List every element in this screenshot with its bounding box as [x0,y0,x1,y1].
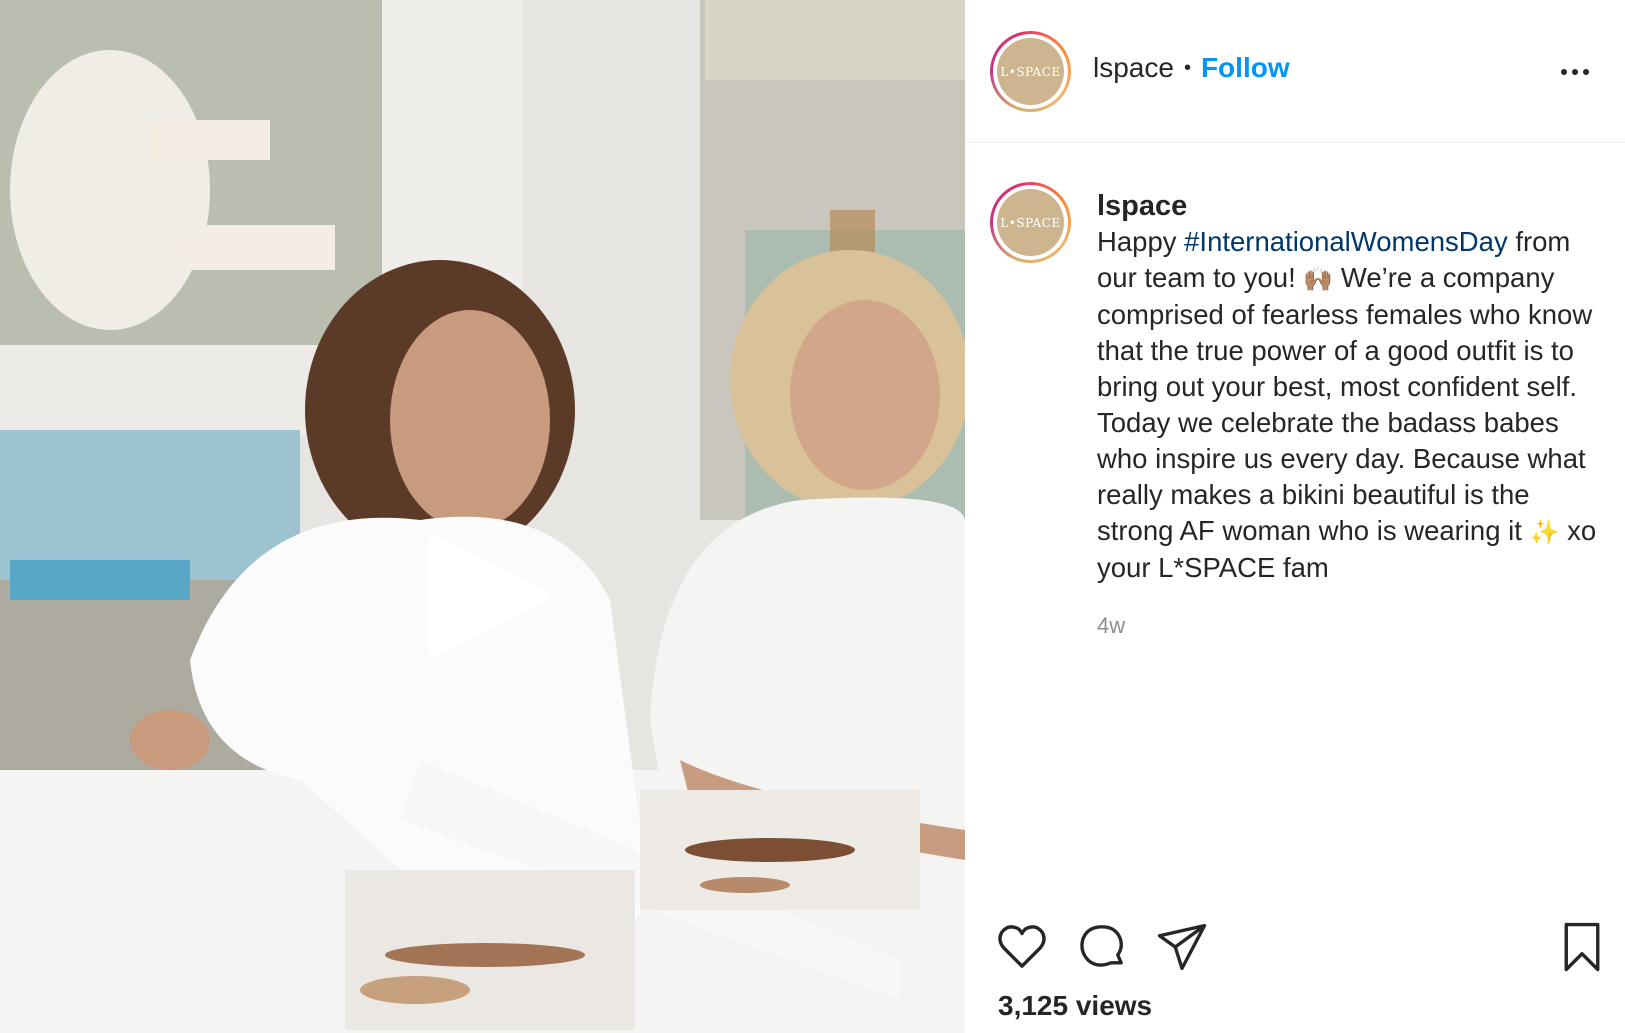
post-side-panel: L•SPACE lspace • Follow L•SPACE lspace H… [965,0,1625,1033]
sparkles-emoji: ✨ [1529,518,1560,546]
caption-text-part: We’re a company comprised of fearless fe… [1097,262,1593,546]
post-timestamp[interactable]: 4w [1097,613,1125,639]
comment-bubble-icon [1080,925,1123,967]
video-player[interactable] [0,0,965,1033]
avatar[interactable]: L•SPACE [990,31,1071,112]
share-button[interactable] [1155,920,1209,974]
avatar-ring: L•SPACE [993,34,1068,109]
avatar-logo: L•SPACE [997,38,1064,105]
follow-button[interactable]: Follow [1201,52,1290,84]
video-frame [0,0,965,1033]
paper-plane-icon [1157,923,1207,971]
separator-dot: • [1183,56,1191,79]
view-count[interactable]: 3,125 views [998,990,1152,1022]
like-button[interactable] [995,920,1049,974]
caption-username-link[interactable]: lspace [1097,188,1607,224]
post-header: L•SPACE lspace • Follow [965,0,1625,143]
play-icon [429,534,549,657]
raised-hands-emoji: 🙌🏽 [1303,265,1334,293]
bookmark-icon [1564,922,1600,972]
more-options-button[interactable] [1555,54,1595,90]
comment-button[interactable] [1075,920,1129,974]
save-button[interactable] [1555,920,1609,974]
caption-text: Happy #InternationalWomensDay from our t… [1097,224,1607,586]
caption-text-part: Happy [1097,226,1185,257]
heart-icon [998,925,1046,968]
action-bar [965,920,1625,980]
more-options-icon [1561,69,1567,75]
avatar-logo: L•SPACE [997,189,1064,256]
caption-avatar[interactable]: L•SPACE [990,182,1071,263]
avatar-ring: L•SPACE [993,185,1068,260]
play-button[interactable] [425,528,555,663]
header-user-row: lspace • Follow [1093,52,1290,84]
post-caption: lspace Happy #InternationalWomensDay fro… [1097,188,1607,586]
hashtag-link[interactable]: #InternationalWomensDay [1184,226,1508,257]
header-username-link[interactable]: lspace [1093,52,1174,84]
